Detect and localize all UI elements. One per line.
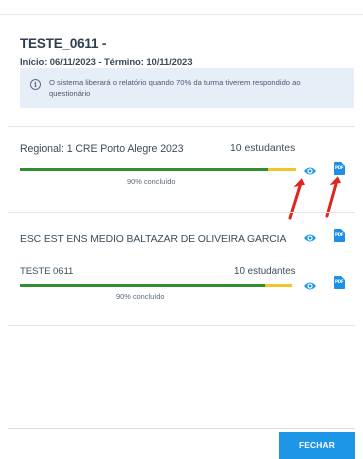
top-divider: [0, 14, 363, 15]
info-notice: i O sistema liberará o relatório quando …: [20, 68, 354, 108]
assessment-title: TESTE_0611 -: [20, 36, 107, 51]
class-student-count: 10 estudantes: [234, 266, 296, 277]
class-progress-bar: [20, 284, 292, 287]
pdf-icon-label: PDF: [335, 232, 344, 237]
view-class-report-button[interactable]: [303, 279, 317, 291]
view-school-report-button[interactable]: [303, 231, 317, 243]
eye-icon: [304, 167, 316, 175]
class-progress-fill: [20, 284, 265, 287]
regional-progress-label: 90% concluído: [127, 177, 176, 186]
section-divider: [8, 126, 355, 127]
close-button[interactable]: FECHAR: [279, 432, 355, 459]
download-school-pdf-button[interactable]: PDF: [334, 229, 345, 242]
assessment-header: TESTE_0611 - Início: 06/11/2023 - Términ…: [20, 36, 350, 68]
annotation-arrow: [288, 178, 305, 220]
class-title: TESTE 0611: [20, 266, 74, 277]
info-icon: i: [30, 79, 41, 90]
section-divider: [8, 212, 355, 213]
regional-title: Regional: 1 CRE Porto Alegre 2023: [20, 143, 184, 155]
download-class-pdf-button[interactable]: PDF: [334, 276, 345, 289]
info-notice-text: O sistema liberará o relatório quando 70…: [49, 78, 301, 98]
class-progress-label: 90% concluído: [116, 292, 165, 301]
regional-progress-fill: [20, 168, 269, 171]
footer-divider: [8, 428, 355, 429]
download-pdf-button[interactable]: PDF: [334, 162, 345, 175]
view-report-button[interactable]: [303, 164, 317, 176]
eye-icon: [304, 282, 316, 290]
eye-icon: [304, 234, 316, 242]
pdf-icon-label: PDF: [335, 165, 344, 170]
assessment-dates: Início: 06/11/2023 - Término: 10/11/2023: [20, 57, 193, 68]
pdf-icon-label: PDF: [335, 279, 344, 284]
section-divider: [8, 325, 355, 326]
regional-student-count: 10 estudantes: [230, 143, 296, 154]
school-name: ESC EST ENS MEDIO BALTAZAR DE OLIVEIRA G…: [20, 234, 287, 245]
regional-progress-bar: [20, 168, 296, 171]
